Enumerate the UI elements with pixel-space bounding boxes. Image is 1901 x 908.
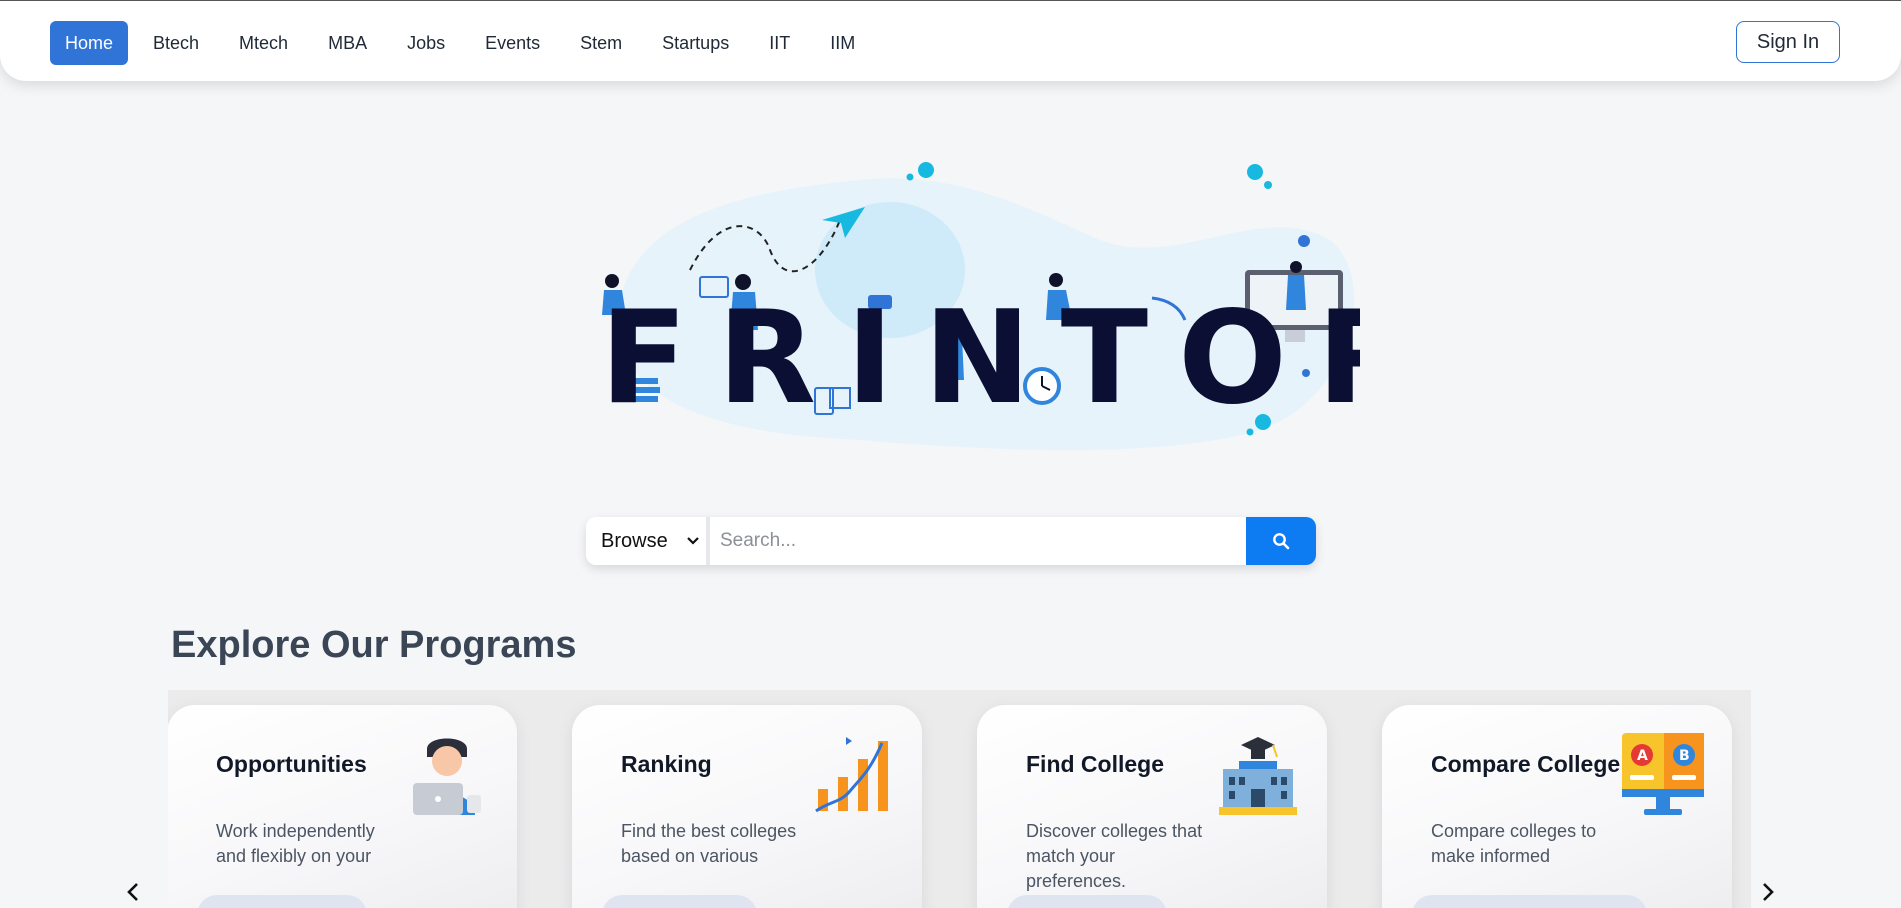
top-navbar: Home Btech Mtech MBA Jobs Events Stem St… [0,0,1901,81]
carousel-next-icon[interactable] [1758,880,1778,904]
bar-chart-growth-icon [815,737,888,813]
nav-home[interactable]: Home [50,21,129,65]
nav-events[interactable]: Events [465,21,560,65]
browse-select[interactable]: Browse [586,517,710,565]
card-desc: Compare colleges to make informed [1431,821,1597,866]
nav-iim[interactable]: IIM [810,21,875,65]
program-card-compare-college[interactable]: Compare College Compare colleges to make… [1382,705,1732,908]
nav-mba[interactable]: MBA [308,21,387,65]
browse-select-label: Browse [601,529,668,552]
compare-ab-monitor-icon: A B [1622,733,1704,815]
chevron-down-icon [687,537,699,545]
sign-in-button[interactable]: Sign In [1736,21,1840,63]
search-button[interactable] [1246,517,1316,565]
card-title: Opportunities [216,751,367,777]
program-card-opportunities[interactable]: Opportunities Work independently and fle… [168,705,517,908]
nav-links: Home Btech Mtech MBA Jobs Events Stem St… [50,21,875,65]
programs-carousel: Opportunities Work independently and fle… [168,690,1751,908]
card-title: Ranking [621,751,712,777]
card-title: Find College [1026,751,1164,777]
card-action-button[interactable] [602,895,757,908]
nav-mtech[interactable]: Mtech [219,21,308,65]
search-input[interactable] [710,517,1246,565]
section-title: Explore Our Programs [171,624,577,666]
nav-jobs[interactable]: Jobs [387,21,465,65]
nav-btech[interactable]: Btech [133,21,219,65]
frintor-logo-illustration: FRINTOR [600,162,1415,450]
nav-iit[interactable]: IIT [749,21,810,65]
card-action-button[interactable] [197,895,367,908]
program-card-find-college[interactable]: Find College Discover colleges that matc… [977,705,1327,908]
nav-stem[interactable]: Stem [560,21,642,65]
card-desc: Work independently and flexibly on your [216,821,375,866]
freelancer-laptop-icon [413,738,481,815]
svg-text:A: A [1637,748,1648,764]
card-action-button[interactable] [1412,895,1647,908]
hero-illustration: FRINTOR [560,150,1415,450]
search-icon [1273,533,1290,550]
card-title: Compare College [1431,751,1621,777]
search-bar: Browse [586,517,1316,565]
college-building-icon [1219,737,1297,815]
frintor-logo-text: FRINTOR [600,284,1360,433]
svg-text:B: B [1679,748,1690,764]
card-desc: Find the best colleges based on various [621,821,797,866]
carousel-prev-icon[interactable] [123,880,143,904]
card-desc: Discover colleges that match your prefer… [1026,821,1203,891]
nav-startups[interactable]: Startups [642,21,749,65]
program-card-ranking[interactable]: Ranking Find the best colleges based on … [572,705,922,908]
card-action-button[interactable] [1007,895,1167,908]
